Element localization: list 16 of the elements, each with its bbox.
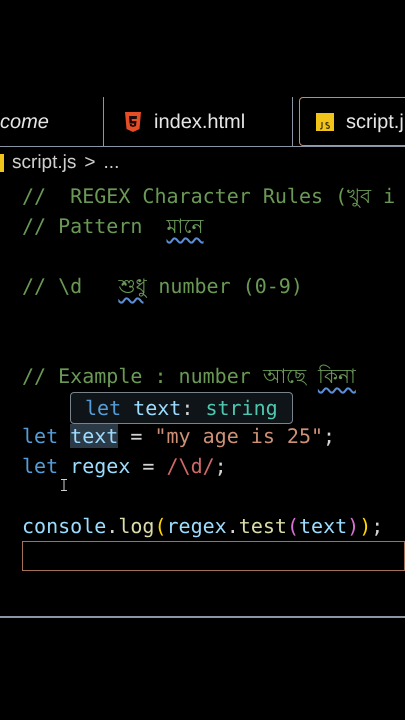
editor-tab[interactable]: come (0, 97, 104, 146)
code-line: console.log(regex.test(text)); (22, 513, 384, 540)
editor-tab[interactable]: index.html (104, 97, 293, 146)
hover-tooltip: let text: string (70, 392, 293, 424)
html-file-icon (124, 112, 142, 132)
editor-tab[interactable]: script.j (299, 97, 405, 146)
code-line: // \d শুধু number (0-9) (22, 273, 303, 300)
code-line: // REGEX Character Rules (খুব i (22, 183, 396, 210)
breadcrumb-item[interactable]: ... (104, 148, 120, 178)
code-line: // Example : number আছে কিনা (22, 363, 356, 390)
code-line: // Pattern মানে (22, 213, 204, 240)
breadcrumb-separator: > (84, 150, 96, 175)
code-line: let text = "my age is 25"; (22, 423, 336, 450)
text-cursor-icon (61, 479, 67, 491)
breadcrumb-item[interactable]: script.js (12, 148, 76, 178)
code-line: let regex = /\d/; (22, 453, 227, 480)
